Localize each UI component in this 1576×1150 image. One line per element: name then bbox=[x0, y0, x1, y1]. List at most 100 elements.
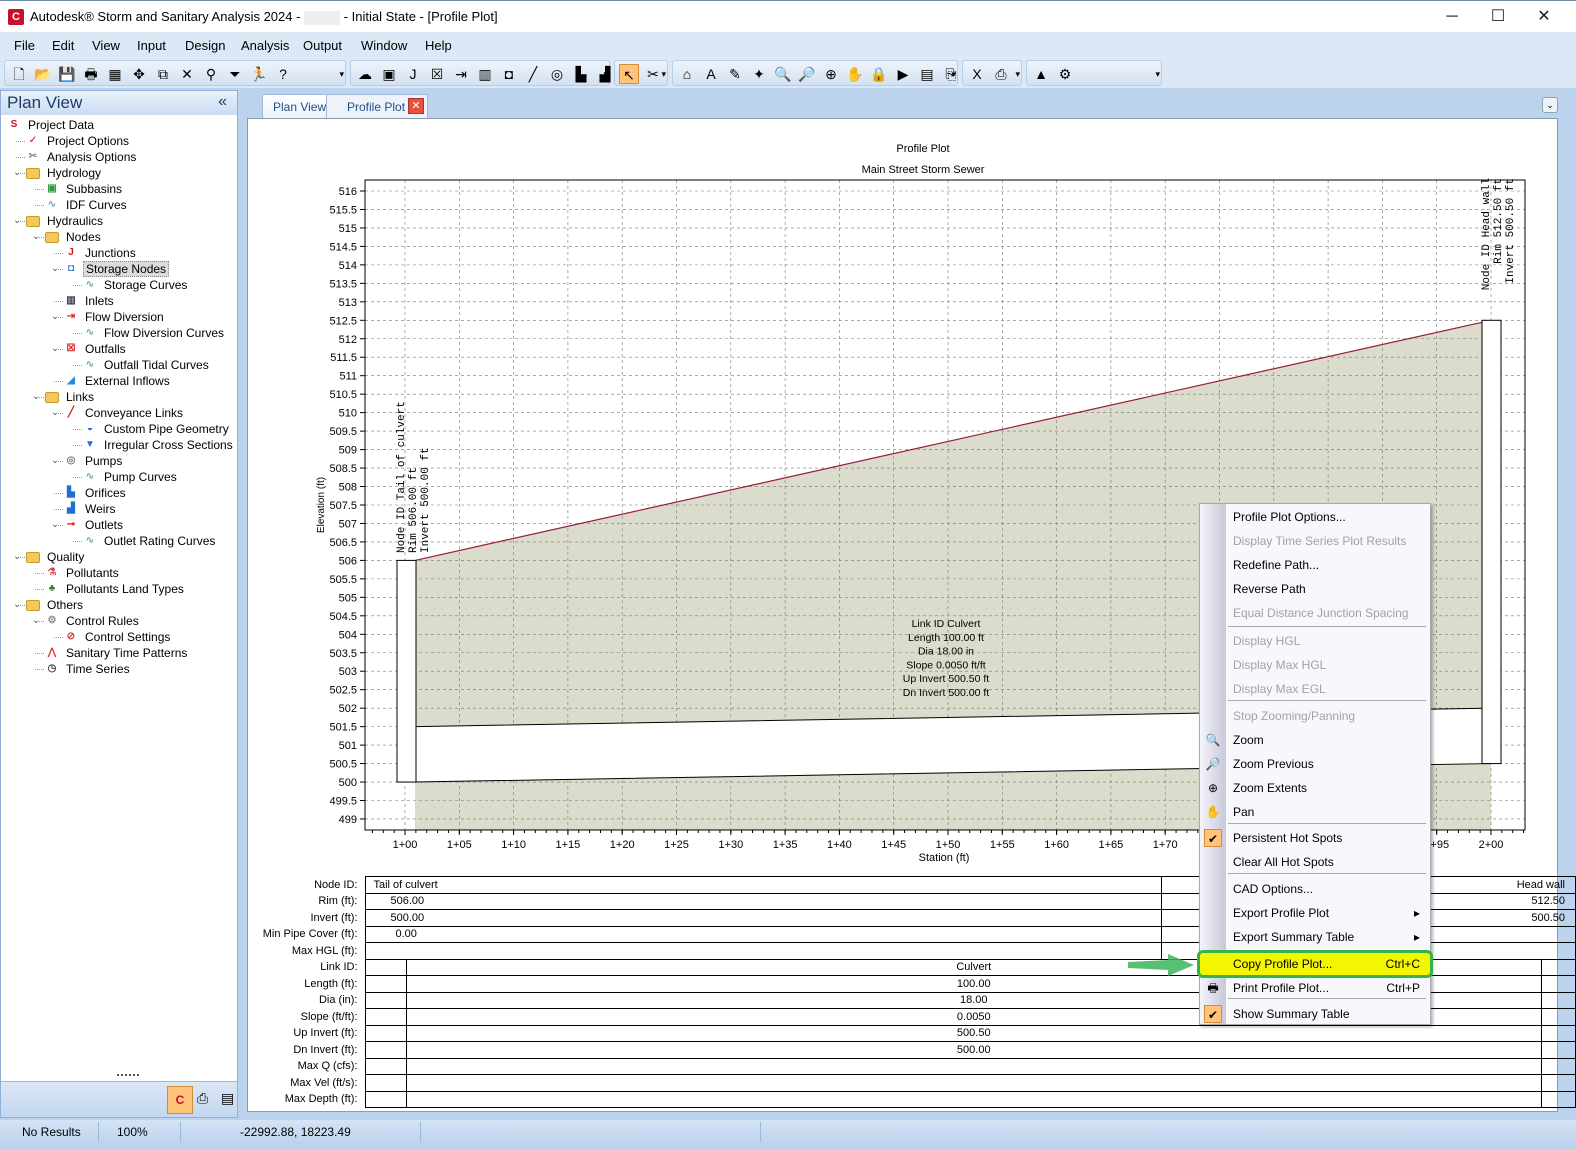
tree-item-external-inflows[interactable]: ◢ External Inflows bbox=[1, 373, 237, 389]
measure-icon[interactable]: ✎ bbox=[725, 64, 745, 84]
tree-item-inlets[interactable]: ▥ Inlets bbox=[1, 293, 237, 309]
tree-item-custom-pipe-geometry[interactable]: ◒ Custom Pipe Geometry bbox=[1, 421, 237, 437]
tree-item-flow-diversion[interactable]: ⌄ ⇥ Flow Diversion bbox=[1, 309, 237, 325]
menu-item-copy-profile-plot[interactable]: Copy Profile Plot... Ctrl+C bbox=[1197, 950, 1433, 978]
filter-icon[interactable]: ⏷ bbox=[225, 64, 245, 84]
toolbar-overflow-icon[interactable]: ▾ bbox=[1015, 69, 1020, 80]
menu-item-profile-plot-options[interactable]: Profile Plot Options... bbox=[1200, 506, 1430, 528]
copy-icon[interactable]: ⧉ bbox=[153, 64, 173, 84]
toolbar-overflow-icon[interactable]: ▾ bbox=[951, 69, 956, 80]
save-icon[interactable]: 💾 bbox=[57, 64, 77, 84]
tree-item-outfall-tidal-curves[interactable]: ∿ Outfall Tidal Curves bbox=[1, 357, 237, 373]
pump-icon[interactable]: ◎ bbox=[547, 64, 567, 84]
tree-item-storage-nodes[interactable]: ⌄ ◘ Storage Nodes bbox=[1, 261, 237, 277]
open-folder-icon[interactable]: 📂 bbox=[33, 64, 53, 84]
menu-file[interactable]: File bbox=[14, 38, 35, 53]
orifice-icon[interactable]: ▙ bbox=[571, 64, 591, 84]
tree-item-weirs[interactable]: ▟ Weirs bbox=[1, 501, 237, 517]
tree-item-flow-diversion-curves[interactable]: ∿ Flow Diversion Curves bbox=[1, 325, 237, 341]
zoom-extents-icon[interactable]: ⊕ bbox=[821, 64, 841, 84]
tree-item-idf-curves[interactable]: ∿ IDF Curves bbox=[1, 197, 237, 213]
tree-item-pollutants[interactable]: ⚗ Pollutants bbox=[1, 565, 237, 581]
tree-item-project-options[interactable]: ✓ Project Options bbox=[1, 133, 237, 149]
tree-item-conveyance-links[interactable]: ⌄ ╱ Conveyance Links bbox=[1, 405, 237, 421]
tree-item-sanitary-time-patterns[interactable]: ⋀ Sanitary Time Patterns bbox=[1, 645, 237, 661]
hot-spot-icon[interactable]: ✦ bbox=[749, 64, 769, 84]
menu-item-pan[interactable]: ✋ Pan bbox=[1200, 801, 1430, 823]
tree-item-pump-curves[interactable]: ∿ Pump Curves bbox=[1, 469, 237, 485]
zoom-icon[interactable]: 🔍 bbox=[773, 64, 793, 84]
pipe-icon[interactable]: ╱ bbox=[523, 64, 543, 84]
menu-item-persistent-hot-spots[interactable]: ✔ Persistent Hot Spots bbox=[1200, 827, 1430, 849]
menu-item-print-profile-plot[interactable]: 🖶 Print Profile Plot... Ctrl+P bbox=[1200, 977, 1430, 999]
outfall-icon[interactable]: ☒ bbox=[427, 64, 447, 84]
tree-item-quality[interactable]: ⌄ Quality bbox=[1, 549, 237, 565]
splitter-handle[interactable] bbox=[117, 1074, 139, 1077]
collapse-panel-button[interactable]: « bbox=[218, 93, 227, 111]
new-file-icon[interactable]: 🗋 bbox=[9, 64, 29, 84]
tree-item-control-rules[interactable]: ⌄ ⚙ Control Rules bbox=[1, 613, 237, 629]
tree-item-hydraulics[interactable]: ⌄ Hydraulics bbox=[1, 213, 237, 229]
menu-item-reverse-path[interactable]: Reverse Path bbox=[1200, 578, 1430, 600]
select-icon[interactable]: ↖ bbox=[619, 64, 639, 84]
polygon-icon[interactable]: ⌂ bbox=[677, 64, 697, 84]
menu-item-redefine-path[interactable]: Redefine Path... bbox=[1200, 554, 1430, 576]
settings-icon[interactable]: ⚙ bbox=[1055, 64, 1075, 84]
menu-edit[interactable]: Edit bbox=[52, 38, 74, 53]
profile-plot-mode-icon[interactable]: ⎙ bbox=[197, 1090, 208, 1107]
find-icon[interactable]: ⚲ bbox=[201, 64, 221, 84]
menu-item-clear-all-hot-spots[interactable]: Clear All Hot Spots bbox=[1200, 851, 1430, 873]
toolbar-overflow-icon[interactable]: ▾ bbox=[339, 69, 344, 80]
tree-item-links[interactable]: ⌄ Links bbox=[1, 389, 237, 405]
menu-view[interactable]: View bbox=[92, 38, 120, 53]
menu-item-export-profile-plot[interactable]: Export Profile Plot ▸ bbox=[1200, 902, 1430, 924]
tree-item-nodes[interactable]: ⌄ Nodes bbox=[1, 229, 237, 245]
minimize-button[interactable]: ─ bbox=[1432, 5, 1472, 29]
tree-item-outlets[interactable]: ⌄ ⊸ Outlets bbox=[1, 517, 237, 533]
run-icon[interactable]: 🏃 bbox=[249, 64, 269, 84]
storage-icon[interactable]: ◘ bbox=[499, 64, 519, 84]
tree-item-pumps[interactable]: ⌄ ◎ Pumps bbox=[1, 453, 237, 469]
tree-item-irregular-cross-sections[interactable]: ▼ Irregular Cross Sections bbox=[1, 437, 237, 453]
inlet-icon[interactable]: ▥ bbox=[475, 64, 495, 84]
menu-input[interactable]: Input bbox=[137, 38, 166, 53]
vertex-icon[interactable]: ✂ bbox=[643, 64, 663, 84]
chart-icon[interactable]: ▲ bbox=[1031, 64, 1051, 84]
tree-item-control-settings[interactable]: ⊘ Control Settings bbox=[1, 629, 237, 645]
excel-icon[interactable]: X bbox=[967, 64, 987, 84]
toolbar-overflow-icon[interactable]: ▾ bbox=[661, 69, 666, 80]
delete-icon[interactable]: ✕ bbox=[177, 64, 197, 84]
tree-item-orifices[interactable]: ▙ Orifices bbox=[1, 485, 237, 501]
menu-output[interactable]: Output bbox=[303, 38, 342, 53]
grid-icon[interactable]: ▦ bbox=[105, 64, 125, 84]
lock-icon[interactable]: 🔒 bbox=[869, 64, 889, 84]
menu-item-show-summary-table[interactable]: ✔ Show Summary Table bbox=[1200, 1003, 1430, 1025]
menu-item-export-summary-table[interactable]: Export Summary Table ▸ bbox=[1200, 926, 1430, 948]
tree-item-time-series[interactable]: ◷ Time Series bbox=[1, 661, 237, 677]
tree-item-storage-curves[interactable]: ∿ Storage Curves bbox=[1, 277, 237, 293]
menu-analysis[interactable]: Analysis bbox=[241, 38, 289, 53]
subbasin-icon[interactable]: ▣ bbox=[379, 64, 399, 84]
menu-window[interactable]: Window bbox=[361, 38, 407, 53]
report-icon[interactable]: ▤ bbox=[917, 64, 937, 84]
tree-item-outfalls[interactable]: ⌄ ☒ Outfalls bbox=[1, 341, 237, 357]
menu-item-zoom[interactable]: 🔍 Zoom bbox=[1200, 729, 1430, 751]
tab-list-dropdown-icon[interactable]: ⌄ bbox=[1542, 97, 1558, 113]
plan-view-mode-icon[interactable]: C bbox=[167, 1086, 193, 1114]
pan-icon[interactable]: ✋ bbox=[845, 64, 865, 84]
tree-item-project-data[interactable]: S Project Data bbox=[1, 117, 237, 133]
tree-item-others[interactable]: ⌄ Others bbox=[1, 597, 237, 613]
menu-item-cad-options[interactable]: CAD Options... bbox=[1200, 878, 1430, 900]
tree-item-subbasins[interactable]: ▣ Subbasins bbox=[1, 181, 237, 197]
help-icon[interactable]: ? bbox=[273, 64, 293, 84]
menu-item-zoom-extents[interactable]: ⊕ Zoom Extents bbox=[1200, 777, 1430, 799]
tree-item-outlet-rating-curves[interactable]: ∿ Outlet Rating Curves bbox=[1, 533, 237, 549]
move-icon[interactable]: ✥ bbox=[129, 64, 149, 84]
menu-item-zoom-previous[interactable]: 🔎 Zoom Previous bbox=[1200, 753, 1430, 775]
rain-icon[interactable]: ☁ bbox=[355, 64, 375, 84]
play-icon[interactable]: ▶ bbox=[893, 64, 913, 84]
tree-item-junctions[interactable]: J Junctions bbox=[1, 245, 237, 261]
tree-item-pollutants-land-types[interactable]: ♣ Pollutants Land Types bbox=[1, 581, 237, 597]
pdf-icon[interactable]: ⎙ bbox=[991, 64, 1011, 84]
tree-item-hydrology[interactable]: ⌄ Hydrology bbox=[1, 165, 237, 181]
